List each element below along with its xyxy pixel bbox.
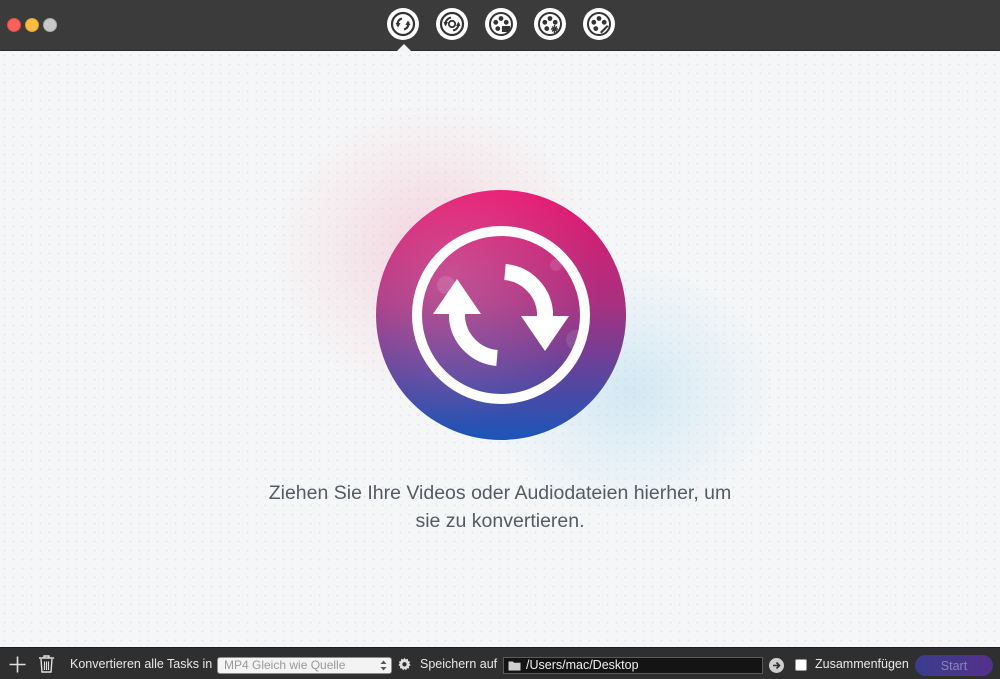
drop-zone[interactable]: Ziehen Sie Ihre Videos oder Audiodateien…: [0, 51, 1000, 647]
convert-settings-icon: [439, 11, 465, 37]
drop-instructions-line2: sie zu konvertieren.: [415, 510, 585, 532]
drop-instructions: Ziehen Sie Ihre Videos oder Audiodateien…: [200, 479, 800, 535]
save-path-field[interactable]: /Users/mac/Desktop: [503, 657, 763, 674]
active-tab-caret: [397, 44, 411, 51]
format-select[interactable]: MP4 Gleich wie Quelle: [217, 657, 392, 674]
format-select-value: MP4 Gleich wie Quelle: [224, 658, 346, 672]
save-path-value: /Users/mac/Desktop: [526, 658, 639, 672]
tool-film-reel-button[interactable]: [485, 8, 517, 40]
convert-large-icon: [376, 190, 626, 440]
film-reel-edit-icon: [587, 12, 611, 36]
minimize-window-button[interactable]: [25, 18, 39, 32]
drop-instructions-line1: Ziehen Sie Ihre Videos oder Audiodateien…: [268, 482, 732, 504]
tool-convert-settings-button[interactable]: [436, 8, 468, 40]
add-file-button[interactable]: [8, 648, 27, 679]
arrow-right-icon: [773, 661, 781, 670]
zoom-window-button[interactable]: [43, 18, 57, 32]
title-bar: [0, 0, 1000, 51]
open-folder-button[interactable]: [769, 658, 784, 673]
format-settings-button[interactable]: [397, 648, 412, 679]
folder-icon: [508, 661, 521, 671]
merge-label: Zusammenfügen: [815, 657, 909, 671]
toolbar-tools: [387, 8, 615, 40]
gear-icon: [398, 657, 411, 670]
plus-icon: [9, 656, 26, 672]
film-reel-snowflake-icon: [538, 12, 562, 36]
merge-checkbox[interactable]: [795, 659, 807, 671]
select-arrows-icon: [380, 660, 387, 671]
tool-film-reel-snow-button[interactable]: [534, 8, 566, 40]
delete-button[interactable]: [37, 648, 56, 679]
trash-icon: [39, 655, 54, 673]
tool-film-reel-edit-button[interactable]: [583, 8, 615, 40]
start-button[interactable]: Start: [915, 655, 993, 676]
close-window-button[interactable]: [7, 18, 21, 32]
tool-convert-button[interactable]: [387, 8, 419, 40]
app-window: Ziehen Sie Ihre Videos oder Audiodateien…: [0, 0, 1000, 679]
save-to-label: Speichern auf: [420, 657, 498, 671]
convert-icon: [390, 11, 416, 37]
convert-all-label: Konvertieren alle Tasks in: [70, 657, 213, 671]
film-reel-icon: [489, 12, 513, 36]
bottom-bar: Konvertieren alle Tasks in MP4 Gleich wi…: [0, 647, 1000, 679]
